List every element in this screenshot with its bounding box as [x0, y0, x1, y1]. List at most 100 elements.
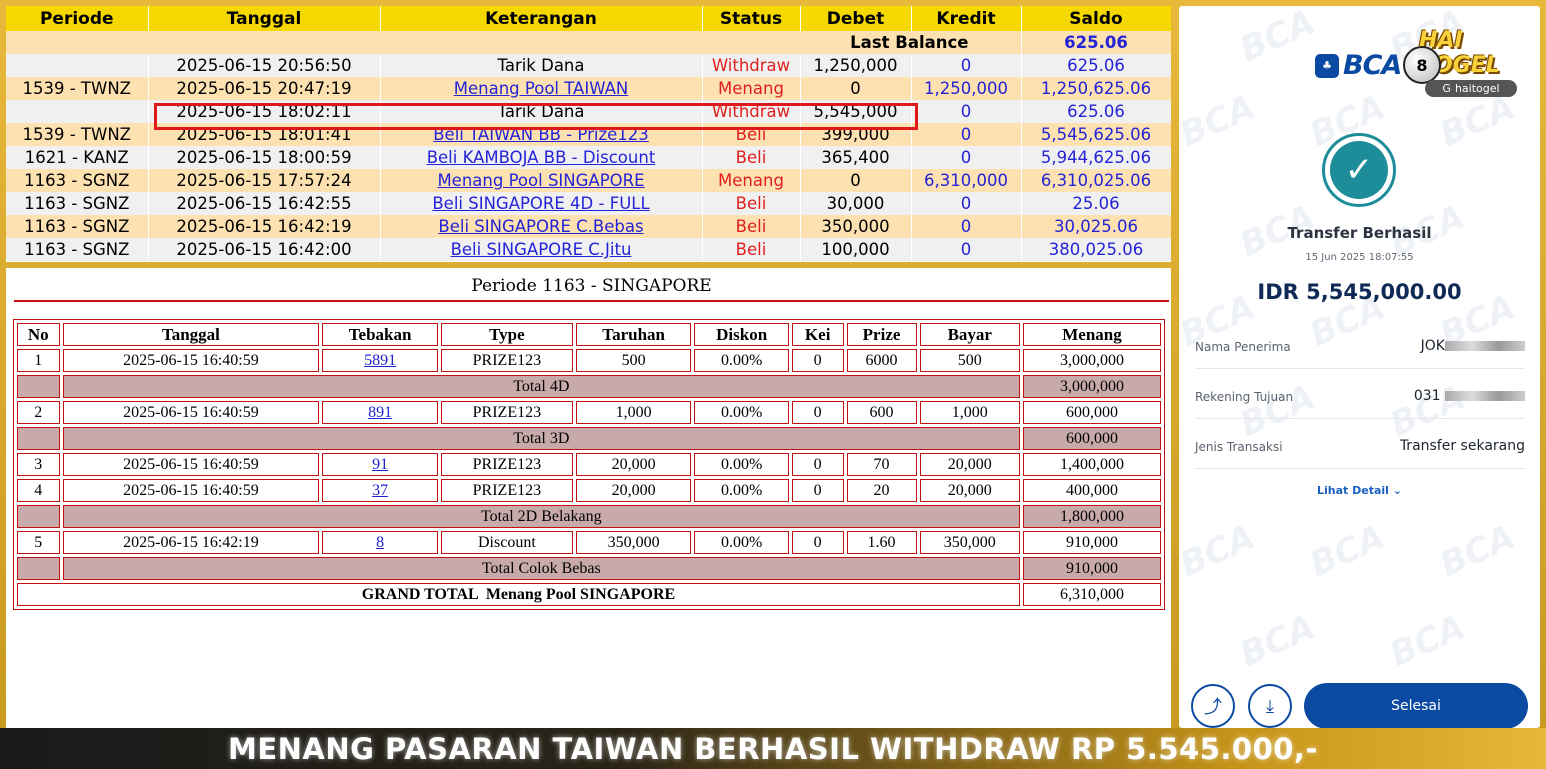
bet-cell-menang: 600,000 [1022, 401, 1161, 424]
ledger-cell-keterangan[interactable]: Menang Pool TAIWAN [380, 77, 703, 100]
ledger-cell-kredit: 0 [911, 54, 1022, 77]
ledger-cell-keterangan[interactable]: Beli SINGAPORE C.Bebas [380, 215, 703, 238]
bet-cell-menang: 3,000,000 [1022, 349, 1161, 372]
bet-cell-type: PRIZE123 [440, 349, 573, 372]
col-periode[interactable]: Periode [6, 6, 149, 31]
bca-wordmark: BCA [1343, 50, 1402, 81]
ledger-cell-keterangan: Tarik Dana [380, 54, 703, 77]
bet-cell-diskon: 0.00% [694, 401, 789, 424]
bet-cell-tebakan[interactable]: 5891 [322, 349, 438, 372]
ledger-cell-keterangan[interactable]: Menang Pool SINGAPORE [380, 169, 703, 192]
bet-cell-no: 1 [17, 349, 60, 372]
subtotal-label: Total 3D [62, 427, 1020, 450]
bet-cell-tebakan[interactable]: 891 [322, 401, 438, 424]
recipient-name-row: Nama Penerima JOK [1195, 332, 1525, 369]
ledger-cell-saldo: 380,025.06 [1021, 238, 1171, 261]
recipient-name-label: Nama Penerima [1195, 340, 1291, 354]
bet-cell-taruhan: 350,000 [575, 531, 692, 554]
col-keterangan[interactable]: Keterangan [380, 6, 703, 31]
bca-watermark: BCA [1304, 517, 1391, 585]
ledger-cell-periode: 1163 - SGNZ [6, 238, 149, 261]
done-button[interactable]: Selesai [1304, 683, 1528, 728]
recipient-name-value-wrap: JOK [1421, 338, 1525, 354]
ledger-cell-saldo: 5,545,625.06 [1021, 123, 1171, 146]
grand-total-label: GRAND TOTAL Menang Pool SINGAPORE [17, 583, 1020, 606]
col-saldo[interactable]: Saldo [1021, 6, 1171, 31]
col-taruhan: Taruhan [575, 323, 692, 346]
ledger-cell-periode: 1163 - SGNZ [6, 192, 149, 215]
ledger-row: 1163 - SGNZ 2025-06-15 16:42:00 Beli SINGA… [6, 238, 1171, 261]
col-kei: Kei [791, 323, 844, 346]
ledger-cell-keterangan[interactable]: Beli SINGAPORE C.Jitu [380, 238, 703, 261]
bet-cell-tanggal: 2025-06-15 16:42:19 [62, 531, 320, 554]
col-status[interactable]: Status [702, 6, 801, 31]
subtotal-blank-cell [17, 557, 60, 580]
bet-cell-kei: 0 [791, 401, 844, 424]
bca-transfer-receipt: BCA BCA BCA BCA BCA BCA BCA BCA BCA BCA BCA BCA BCA B… [1179, 6, 1540, 728]
download-button[interactable]: ⤓ [1248, 684, 1292, 728]
bet-cell-tanggal: 2025-06-15 16:40:59 [62, 479, 320, 502]
ledger-cell-saldo: 625.06 [1021, 100, 1171, 123]
col-type: Type [440, 323, 573, 346]
col-tanggal[interactable]: Tanggal [148, 6, 381, 31]
period-detail-panel: Periode 1163 - SINGAPORE No Tanggal Teba… [6, 268, 1171, 728]
bca-watermark: BCA [1179, 517, 1261, 585]
bca-emblem-icon: ♣ [1315, 53, 1339, 78]
ledger-cell-periode: 1163 - SGNZ [6, 215, 149, 238]
col-no: No [17, 323, 60, 346]
bet-cell-kei: 0 [791, 453, 844, 476]
share-button[interactable]: ⤴ [1191, 684, 1235, 728]
bet-cell-diskon: 0.00% [694, 479, 789, 502]
ledger-cell-tanggal: 2025-06-15 20:47:19 [148, 77, 381, 100]
ledger-cell-debet: 30,000 [800, 192, 912, 215]
ledger-cell-status: Beli [702, 192, 801, 215]
bca-logo: ♣ BCA [1315, 50, 1402, 81]
ledger-cell-kredit: 0 [911, 100, 1022, 123]
col-debet[interactable]: Debet [800, 6, 912, 31]
bet-cell-tebakan[interactable]: 8 [322, 531, 438, 554]
chevron-down-icon: ⌄ [1392, 484, 1402, 497]
subtotal-blank-cell [17, 427, 60, 450]
col-kredit[interactable]: Kredit [911, 6, 1022, 31]
ledger-cell-periode: 1539 - TWNZ [6, 123, 149, 146]
ledger-cell-status: Menang [702, 77, 801, 100]
subtotal-label: Total 2D Belakang [62, 505, 1020, 528]
last-balance-value: 625.06 [1021, 31, 1171, 54]
bet-cell-bayar: 1,000 [919, 401, 1020, 424]
ledger-cell-kredit: 0 [911, 192, 1022, 215]
bet-cell-prize: 70 [846, 453, 917, 476]
bet-cell-type: Discount [440, 531, 573, 554]
bet-cell-taruhan: 500 [575, 349, 692, 372]
ledger-cell-keterangan[interactable]: Beli KAMBOJA BB - Discount [380, 146, 703, 169]
ledger-cell-periode: 1163 - SGNZ [6, 169, 149, 192]
g-icon: G [1442, 82, 1451, 95]
ledger-cell-tanggal: 2025-06-15 20:56:50 [148, 54, 381, 77]
bet-cell-type: PRIZE123 [440, 453, 573, 476]
ledger-cell-tanggal: 2025-06-15 16:42:00 [148, 238, 381, 261]
bet-cell-menang: 1,400,000 [1022, 453, 1161, 476]
view-detail-label: Lihat Detail [1317, 484, 1389, 497]
ledger-cell-keterangan[interactable]: Beli SINGAPORE 4D - FULL [380, 192, 703, 215]
bca-watermark: BCA [1179, 87, 1261, 155]
ledger-cell-status: Beli [702, 238, 801, 261]
ledger-cell-saldo: 30,025.06 [1021, 215, 1171, 238]
view-detail-link[interactable]: Lihat Detail ⌄ [1179, 484, 1540, 497]
ledger-cell-saldo: 625.06 [1021, 54, 1171, 77]
bet-cell-taruhan: 20,000 [575, 453, 692, 476]
ledger-table: Periode Tanggal Keterangan Status Debet … [6, 6, 1171, 261]
ledger-cell-debet: 1,250,000 [800, 54, 912, 77]
ledger-cell-tanggal: 2025-06-15 18:00:59 [148, 146, 381, 169]
bet-detail-table: No Tanggal Tebakan Type Taruhan Diskon K… [13, 319, 1165, 610]
download-icon: ⤓ [1266, 695, 1274, 717]
bet-cell-type: PRIZE123 [440, 401, 573, 424]
bet-cell-taruhan: 1,000 [575, 401, 692, 424]
ledger-cell-saldo: 6,310,025.06 [1021, 169, 1171, 192]
bet-cell-menang: 910,000 [1022, 531, 1161, 554]
bet-cell-tebakan[interactable]: 91 [322, 453, 438, 476]
bet-cell-tebakan[interactable]: 37 [322, 479, 438, 502]
redaction-blur [1445, 391, 1525, 401]
subtotal-blank-cell [17, 375, 60, 398]
ledger-cell-tanggal: 2025-06-15 16:42:19 [148, 215, 381, 238]
subtotal-row: Total 2D Belakang 1,800,000 [17, 505, 1161, 528]
withdraw-highlight-box [154, 103, 918, 130]
